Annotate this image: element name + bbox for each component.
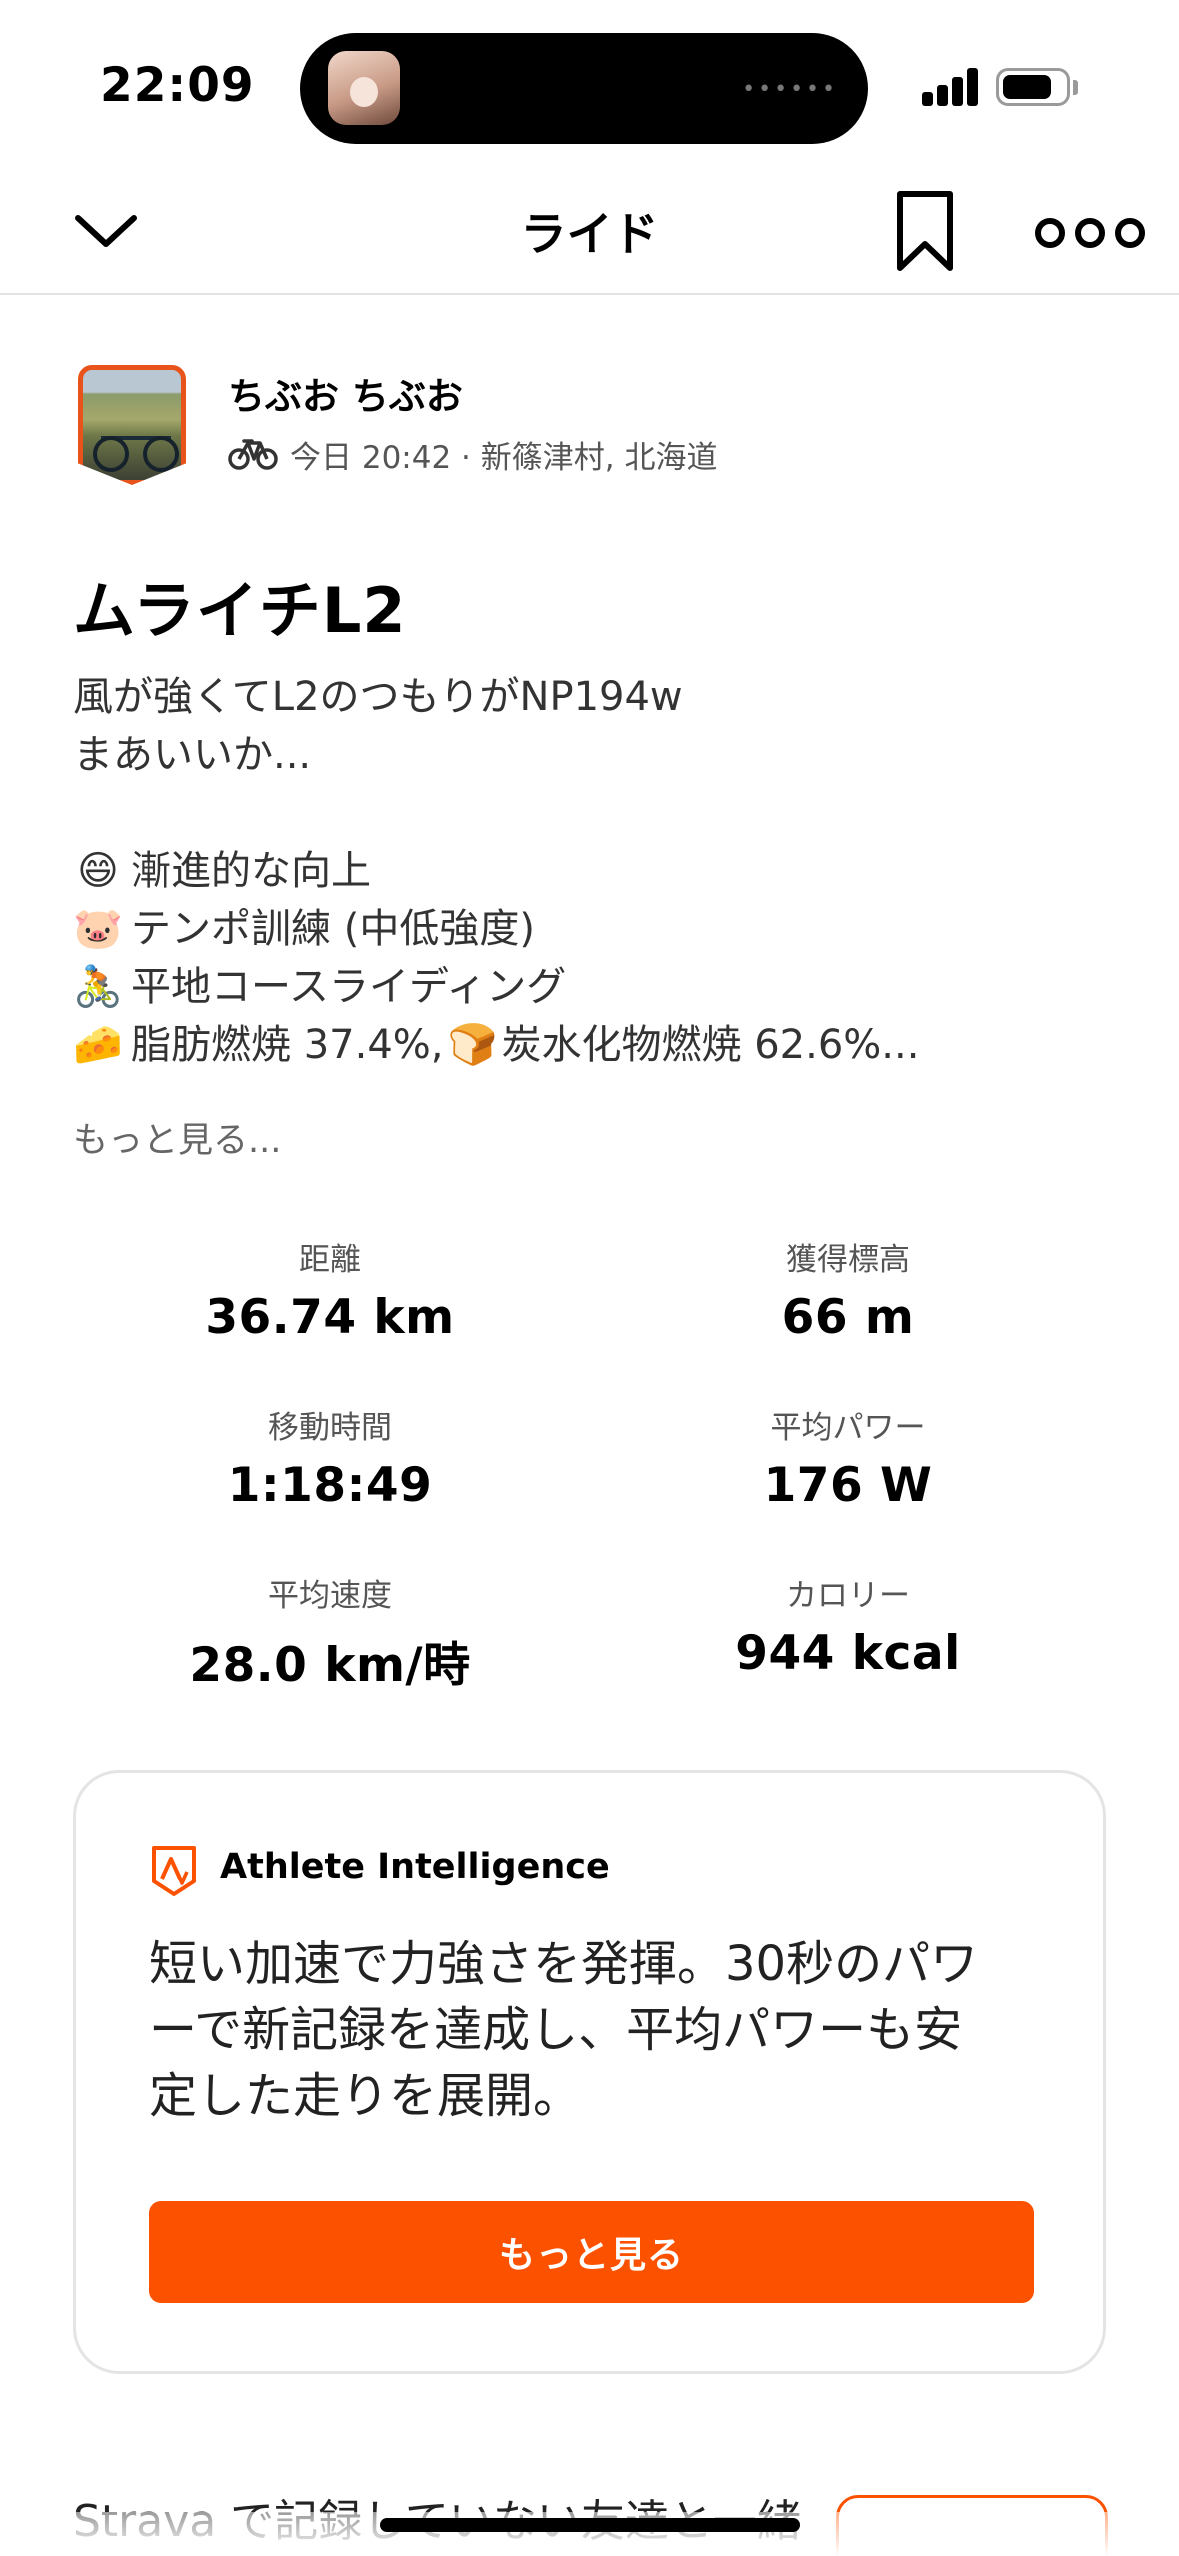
- bike-icon: [228, 439, 278, 470]
- stat-value: 944 kcal: [735, 1626, 961, 1681]
- stat-average-power: 平均パワー 176 W: [648, 1406, 1048, 1513]
- grinning-face-emoji-icon: 😄: [77, 848, 119, 894]
- status-bar: 22:09 ••••••: [0, 0, 1179, 170]
- avatar-photo-bike: [93, 436, 179, 472]
- stat-distance: 距離 36.74 km: [130, 1238, 530, 1345]
- description-tag-text: 漸進的な向上: [131, 848, 371, 894]
- athlete-avatar[interactable]: [78, 365, 186, 485]
- home-indicator[interactable]: [380, 2518, 800, 2532]
- nav-bar: ライド: [0, 170, 1179, 295]
- stat-moving-time: 移動時間 1:18:49: [130, 1406, 530, 1513]
- carb-burn-text: 炭水化物燃焼 62.6%...: [501, 1022, 920, 1068]
- stat-value: 66 m: [781, 1290, 915, 1345]
- stat-label: 平均パワー: [770, 1410, 926, 1446]
- bookmark-icon[interactable]: [890, 188, 960, 274]
- summary-line: 定した走りを展開。: [149, 2068, 582, 2124]
- activity-title: ムライチL2: [73, 574, 407, 647]
- island-artwork: [328, 51, 400, 125]
- stat-label: カロリー: [786, 1578, 910, 1614]
- fat-burn-text: 脂肪燃焼 37.4%,: [131, 1022, 444, 1068]
- stat-label: 獲得標高: [786, 1242, 910, 1278]
- stat-calories: カロリー 944 kcal: [648, 1574, 1048, 1681]
- description-tag-text: テンポ訓練 (中低強度): [131, 906, 535, 952]
- athlete-intelligence-card: Athlete Intelligence 短い加速で力強さを発揮。30秒のパワ …: [73, 1770, 1106, 2374]
- cheese-emoji-icon: 🧀: [73, 1022, 123, 1068]
- stat-label: 距離: [299, 1242, 361, 1278]
- stat-value: 28.0 km/時: [189, 1638, 471, 1693]
- summary-line: ーで新記録を達成し、平均パワーも安: [149, 2002, 963, 2058]
- battery-cap: [1073, 80, 1078, 95]
- athlete-intelligence-title: Athlete Intelligence: [220, 1847, 610, 1887]
- stat-label: 平均速度: [268, 1578, 392, 1614]
- bread-emoji-icon: 🍞: [447, 1022, 498, 1068]
- cellular-signal-icon: [922, 66, 980, 106]
- stat-value: 176 W: [763, 1458, 933, 1513]
- stat-average-speed: 平均速度 28.0 km/時: [130, 1574, 530, 1695]
- description-tag: 😄 漸進的な向上: [73, 842, 1113, 900]
- see-more-description-link[interactable]: もっと見る...: [73, 1112, 281, 1163]
- activity-meta: 今日 20:42 · 新篠津村, 北海道: [290, 440, 718, 476]
- island-activity-dots: ••••••: [742, 77, 838, 102]
- more-icon[interactable]: [1030, 208, 1150, 258]
- cyclist-emoji-icon: 🚴: [73, 964, 123, 1010]
- summary-line: 短い加速で力強さを発揮。30秒のパワ: [149, 1936, 979, 1992]
- activity-description[interactable]: 風が強くてL2のつもりがNP194w まあいいか... 😄 漸進的な向上 🐷 テンポ…: [73, 668, 1113, 1074]
- battery-icon: [996, 68, 1070, 106]
- strava-shield-icon: [152, 1846, 196, 1896]
- page-title: ライド: [520, 207, 659, 261]
- athlete-intelligence-summary: 短い加速で力強さを発揮。30秒のパワ ーで新記録を達成し、平均パワーも安 定した…: [149, 1931, 1049, 2129]
- activity-detail-screen: 22:09 •••••• ライド ちぶお ちぶお 今日 20:42 · 新篠津村…: [0, 0, 1179, 2556]
- see-more-button[interactable]: もっと見る: [149, 2201, 1034, 2303]
- status-time: 22:09: [100, 58, 255, 113]
- description-line: 風が強くてL2のつもりがNP194w: [73, 674, 683, 720]
- description-line: まあいいか...: [73, 732, 312, 778]
- description-fuel-line: 🧀 脂肪燃焼 37.4%, 🍞 炭水化物燃焼 62.6%...: [73, 1016, 1113, 1074]
- description-tag: 🐷 テンポ訓練 (中低強度): [73, 900, 1113, 958]
- stat-label: 移動時間: [268, 1410, 392, 1446]
- pig-face-emoji-icon: 🐷: [73, 906, 123, 952]
- stat-value: 1:18:49: [227, 1458, 433, 1513]
- description-tag-text: 平地コースライディング: [131, 964, 567, 1010]
- description-tag: 🚴 平地コースライディング: [73, 958, 1113, 1016]
- stat-elevation-gain: 獲得標高 66 m: [648, 1238, 1048, 1345]
- stat-value: 36.74 km: [205, 1290, 455, 1345]
- athlete-name[interactable]: ちぶお ちぶお: [228, 366, 463, 420]
- dynamic-island[interactable]: ••••••: [300, 33, 868, 144]
